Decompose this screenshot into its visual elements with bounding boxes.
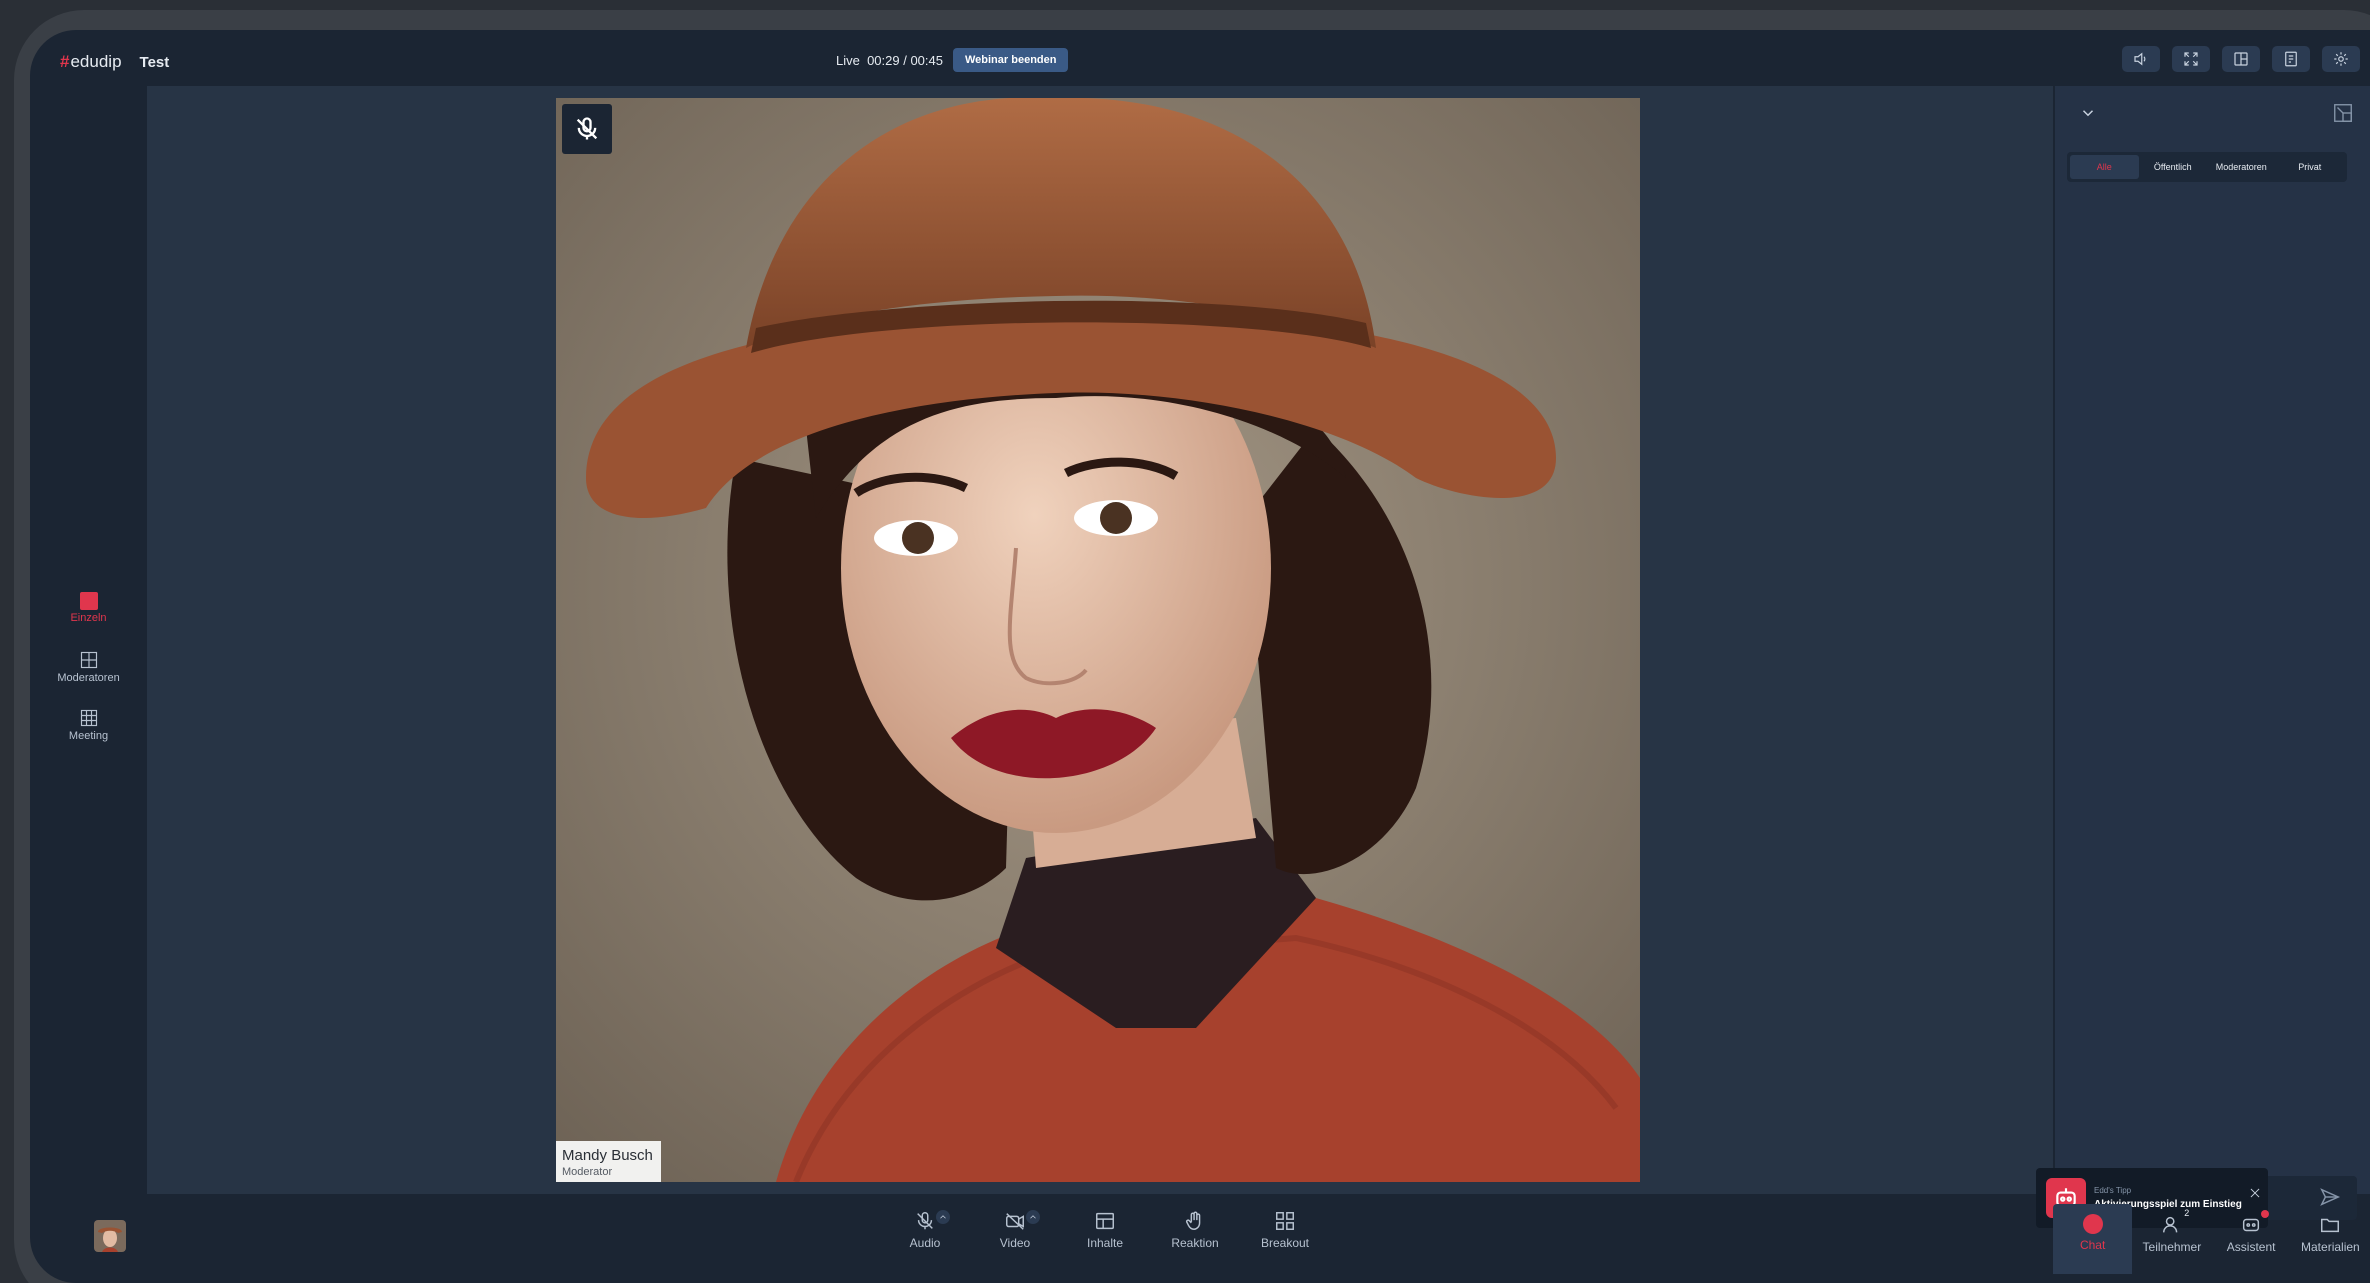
popout-button[interactable]: [2332, 102, 2356, 126]
brand: #edudip Test: [60, 52, 169, 72]
layout-meeting-label: Meeting: [68, 730, 109, 742]
chevron-down-icon: [2082, 110, 2094, 117]
chat-filter-tabs: Alle Öffentlich Moderatoren Privat: [2067, 152, 2347, 182]
moderators-grid-icon: [80, 651, 97, 669]
participant-name: Mandy Busch: [562, 1147, 653, 1164]
live-timer: Live 00:29 / 00:45: [836, 52, 943, 68]
layout-single-label: Einzeln: [70, 612, 107, 624]
mic-off-icon: [917, 1212, 933, 1230]
reaction-label: Reaktion: [1171, 1236, 1219, 1250]
layout-rail: Einzeln Moderatoren Meeting: [30, 110, 147, 1220]
tab-chat-label: Chat: [2079, 1238, 2106, 1252]
chat-filter-private[interactable]: Privat: [2276, 155, 2345, 179]
tab-assistant[interactable]: Assistent: [2212, 1204, 2291, 1274]
content-icon: [1096, 1212, 1114, 1230]
video-stage: Mandy Busch Moderator: [147, 86, 2053, 1194]
tab-materials[interactable]: Materialien: [2291, 1204, 2370, 1274]
participants-icon: [2162, 1216, 2178, 1233]
assistant-icon: [2243, 1218, 2260, 1232]
video-menu-caret[interactable]: [1026, 1210, 1040, 1224]
layout-moderators-label: Moderatoren: [57, 672, 120, 684]
chat-filter-all[interactable]: Alle: [2070, 155, 2139, 179]
content-label: Inhalte: [1086, 1236, 1124, 1250]
single-view-icon: [79, 592, 98, 610]
video-label: Video: [999, 1236, 1031, 1250]
chat-icon: [2082, 1214, 2103, 1234]
folder-icon: [2321, 1218, 2340, 1233]
meeting-grid-icon: [80, 709, 97, 727]
chevron-up-icon: [940, 1215, 946, 1219]
notification-dot: [2260, 1210, 2269, 1218]
participant-name-tag: Mandy Busch Moderator: [556, 1141, 661, 1182]
layout-icon[interactable]: [2222, 46, 2260, 72]
media-controls: Audio Video Inhalte Reaktion Breakout: [880, 1210, 1330, 1250]
participants-count: 2: [2184, 1208, 2190, 1218]
tab-chat[interactable]: Chat: [2053, 1204, 2133, 1274]
breakout-label: Breakout: [1260, 1236, 1310, 1250]
webinar-room: #edudip Test Live 00:29 / 00:45 Webinar …: [30, 30, 2370, 1283]
tab-participants[interactable]: 2 Teilnehmer: [2132, 1204, 2211, 1274]
layout-meeting-button[interactable]: Meeting: [30, 708, 147, 742]
content-button[interactable]: Inhalte: [1060, 1210, 1150, 1250]
participant-role: Moderator: [562, 1166, 613, 1178]
collapse-panel-button[interactable]: [2071, 100, 2105, 126]
chat-filter-moderators[interactable]: Moderatoren: [2207, 155, 2276, 179]
speaker-icon[interactable]: [2122, 46, 2160, 72]
fullscreen-icon[interactable]: [2172, 46, 2210, 72]
popout-icon: [2334, 104, 2352, 122]
tab-assistant-label: Assistent: [2226, 1240, 2276, 1254]
audio-menu-caret[interactable]: [936, 1210, 950, 1224]
video-tile[interactable]: Mandy Busch Moderator: [556, 98, 1640, 1182]
avatar[interactable]: [94, 1220, 126, 1252]
tab-materials-label: Materialien: [2301, 1240, 2360, 1254]
reaction-button[interactable]: Reaktion: [1150, 1210, 1240, 1250]
tab-participants-label: Teilnehmer: [2142, 1240, 2202, 1254]
chat-filter-public[interactable]: Öffentlich: [2139, 155, 2208, 179]
layout-single-button[interactable]: Einzeln: [30, 592, 147, 624]
chat-panel: Alle Öffentlich Moderatoren Privat: [2053, 86, 2370, 1220]
room-name: Test: [139, 53, 170, 71]
audio-label: Audio: [909, 1236, 941, 1250]
live-status: Live 00:29 / 00:45 Webinar beenden: [836, 48, 1069, 72]
settings-icon[interactable]: [2322, 46, 2360, 72]
participant-video: [556, 98, 1640, 1182]
hand-icon: [1186, 1211, 1201, 1230]
panel-tabs: Chat 2 Teilnehmer Assistent Materialien: [2053, 1204, 2370, 1274]
bottom-bar: Audio Video Inhalte Reaktion Breakout Ch…: [30, 1194, 2370, 1283]
top-toolbar: [2122, 46, 2360, 72]
breakout-icon: [1276, 1212, 1294, 1230]
breakout-button[interactable]: Breakout: [1240, 1210, 1330, 1250]
muted-indicator: [562, 104, 612, 154]
layout-moderators-button[interactable]: Moderatoren: [30, 650, 147, 684]
brand-logo: #edudip: [60, 52, 122, 71]
mic-off-icon: [576, 117, 598, 140]
camera-off-icon: [1006, 1213, 1024, 1230]
chevron-up-icon: [1030, 1215, 1036, 1219]
end-webinar-button[interactable]: Webinar beenden: [952, 48, 1069, 72]
audio-button[interactable]: Audio: [880, 1210, 970, 1250]
video-button[interactable]: Video: [970, 1210, 1060, 1250]
notes-icon[interactable]: [2272, 46, 2310, 72]
